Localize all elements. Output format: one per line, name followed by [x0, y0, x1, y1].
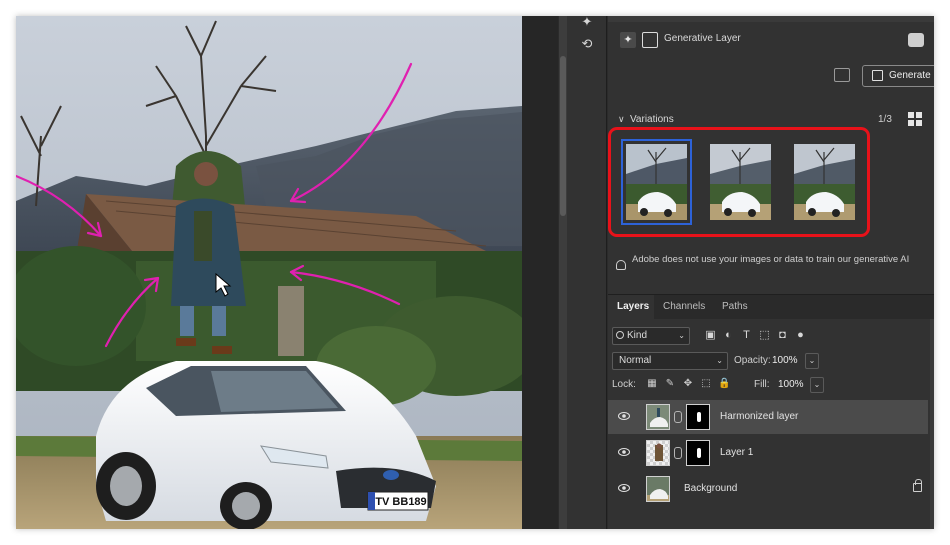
history-icon[interactable]: ⟲: [579, 36, 595, 52]
fill-input[interactable]: 100%: [778, 379, 804, 390]
fill-label: Fill:: [754, 379, 770, 390]
ai-notice-text: Adobe does not use your images or data t…: [632, 254, 910, 265]
visibility-eye-icon[interactable]: [618, 411, 630, 421]
lock-icon: [913, 479, 922, 492]
variation-thumbnail-2[interactable]: [710, 144, 771, 220]
variation-image: [794, 144, 855, 220]
canvas-gutter: [522, 16, 558, 529]
variation-image: [710, 144, 771, 220]
reference-image-icon[interactable]: [834, 68, 850, 82]
generative-fill-icon: ✦: [620, 32, 636, 48]
panel-icon-column: ✦ ⟲: [567, 16, 607, 529]
layer-thumbnail: [646, 476, 670, 502]
layer-row-layer-1[interactable]: Layer 1: [608, 436, 928, 470]
smart-object-filter-icon[interactable]: ◘: [776, 329, 789, 342]
fill-dropdown[interactable]: ⌄: [810, 377, 824, 393]
link-icon[interactable]: [674, 411, 682, 423]
type-filter-icon[interactable]: T: [740, 329, 753, 342]
lock-all-icon[interactable]: 🔒: [718, 378, 730, 390]
ai-notice: Adobe does not use your images or data t…: [616, 252, 934, 282]
tab-channels[interactable]: Channels: [663, 301, 705, 312]
sparkle-icon[interactable]: ✦: [579, 16, 595, 30]
lock-artboard-icon[interactable]: ⬚: [700, 378, 712, 390]
search-icon: [616, 331, 624, 339]
pixel-filter-icon[interactable]: ▣: [704, 329, 717, 342]
blend-row: Normal ⌄ Opacity: 100% ⌄: [612, 352, 932, 370]
lock-move-icon[interactable]: ✥: [682, 378, 694, 390]
mask-icon: [642, 32, 658, 48]
layer-row-harmonized[interactable]: Harmonized layer: [608, 400, 928, 434]
blend-mode-select[interactable]: Normal ⌄: [612, 352, 728, 370]
lock-brush-icon[interactable]: ✎: [664, 378, 676, 390]
chevron-down-icon: ⌄: [678, 331, 685, 340]
visibility-eye-icon[interactable]: [618, 483, 630, 493]
layers-scrollbar[interactable]: [930, 319, 934, 529]
layers-panel: Layers Channels Paths Kind ⌄ ▣ ◐ T ⬚ ◘ ●…: [608, 294, 934, 529]
variation-thumbnail-3[interactable]: [794, 144, 855, 220]
generate-button[interactable]: Generate: [862, 65, 934, 87]
photoshop-window: TV BB189 ✦ ⟲ ✦ Generative Layer Generate…: [16, 16, 934, 529]
canvas-photo: TV BB189: [16, 16, 522, 529]
filter-kind-value: Kind: [627, 330, 648, 341]
variation-image: [626, 144, 687, 220]
layer-mask-thumbnail[interactable]: [686, 440, 710, 466]
link-icon[interactable]: [674, 447, 682, 459]
generate-icon: [872, 70, 883, 81]
generate-button-label: Generate: [889, 70, 931, 81]
layer-type-label: Generative Layer: [664, 33, 741, 44]
layer-filter-row: Kind ⌄ ▣ ◐ T ⬚ ◘ ●: [612, 327, 932, 345]
lock-transparent-icon[interactable]: ▦: [646, 378, 658, 390]
filter-kind-select[interactable]: Kind ⌄: [612, 327, 690, 345]
opacity-label: Opacity:: [734, 355, 771, 366]
layer-thumbnail: [646, 404, 670, 430]
filter-toggle-icon[interactable]: ●: [794, 329, 807, 342]
opacity-dropdown[interactable]: ⌄: [805, 353, 819, 369]
variations-label: Variations: [630, 114, 674, 125]
layer-name[interactable]: Background: [684, 483, 737, 494]
chevron-down-icon: ⌄: [716, 356, 723, 365]
discord-icon[interactable]: [908, 33, 924, 47]
layer-thumbnail: [646, 440, 670, 466]
document-canvas[interactable]: TV BB189: [16, 16, 522, 529]
lock-row: Lock: ▦ ✎ ✥ ⬚ 🔒 Fill: 100% ⌄: [612, 376, 932, 394]
shape-filter-icon[interactable]: ⬚: [758, 329, 771, 342]
layers-panel-tabs: Layers Channels Paths: [608, 295, 934, 319]
canvas-vertical-scrollbar[interactable]: [559, 16, 567, 529]
lock-label: Lock:: [612, 379, 636, 390]
visibility-eye-icon[interactable]: [618, 447, 630, 457]
tab-layers[interactable]: Layers: [617, 301, 649, 312]
layer-name[interactable]: Layer 1: [720, 447, 753, 458]
opacity-input[interactable]: 100%: [772, 355, 798, 366]
adjustment-filter-icon[interactable]: ◐: [722, 329, 735, 342]
blend-mode-value: Normal: [619, 355, 652, 366]
generative-layer-row: ✦ Generative Layer: [608, 28, 934, 54]
variations-count: 1/3: [878, 114, 892, 125]
grid-view-icon[interactable]: [908, 112, 922, 126]
layer-mask-thumbnail[interactable]: [686, 404, 710, 430]
license-plate-text: TV BB189: [375, 496, 426, 508]
variation-thumbnail-1[interactable]: [621, 139, 692, 225]
layer-row-background[interactable]: Background: [608, 472, 928, 506]
chevron-down-icon[interactable]: ∨: [618, 114, 625, 125]
panel-header-bar: [608, 16, 934, 22]
layer-name[interactable]: Harmonized layer: [720, 411, 798, 422]
info-cloud-icon: [616, 260, 626, 270]
tab-paths[interactable]: Paths: [722, 301, 748, 312]
